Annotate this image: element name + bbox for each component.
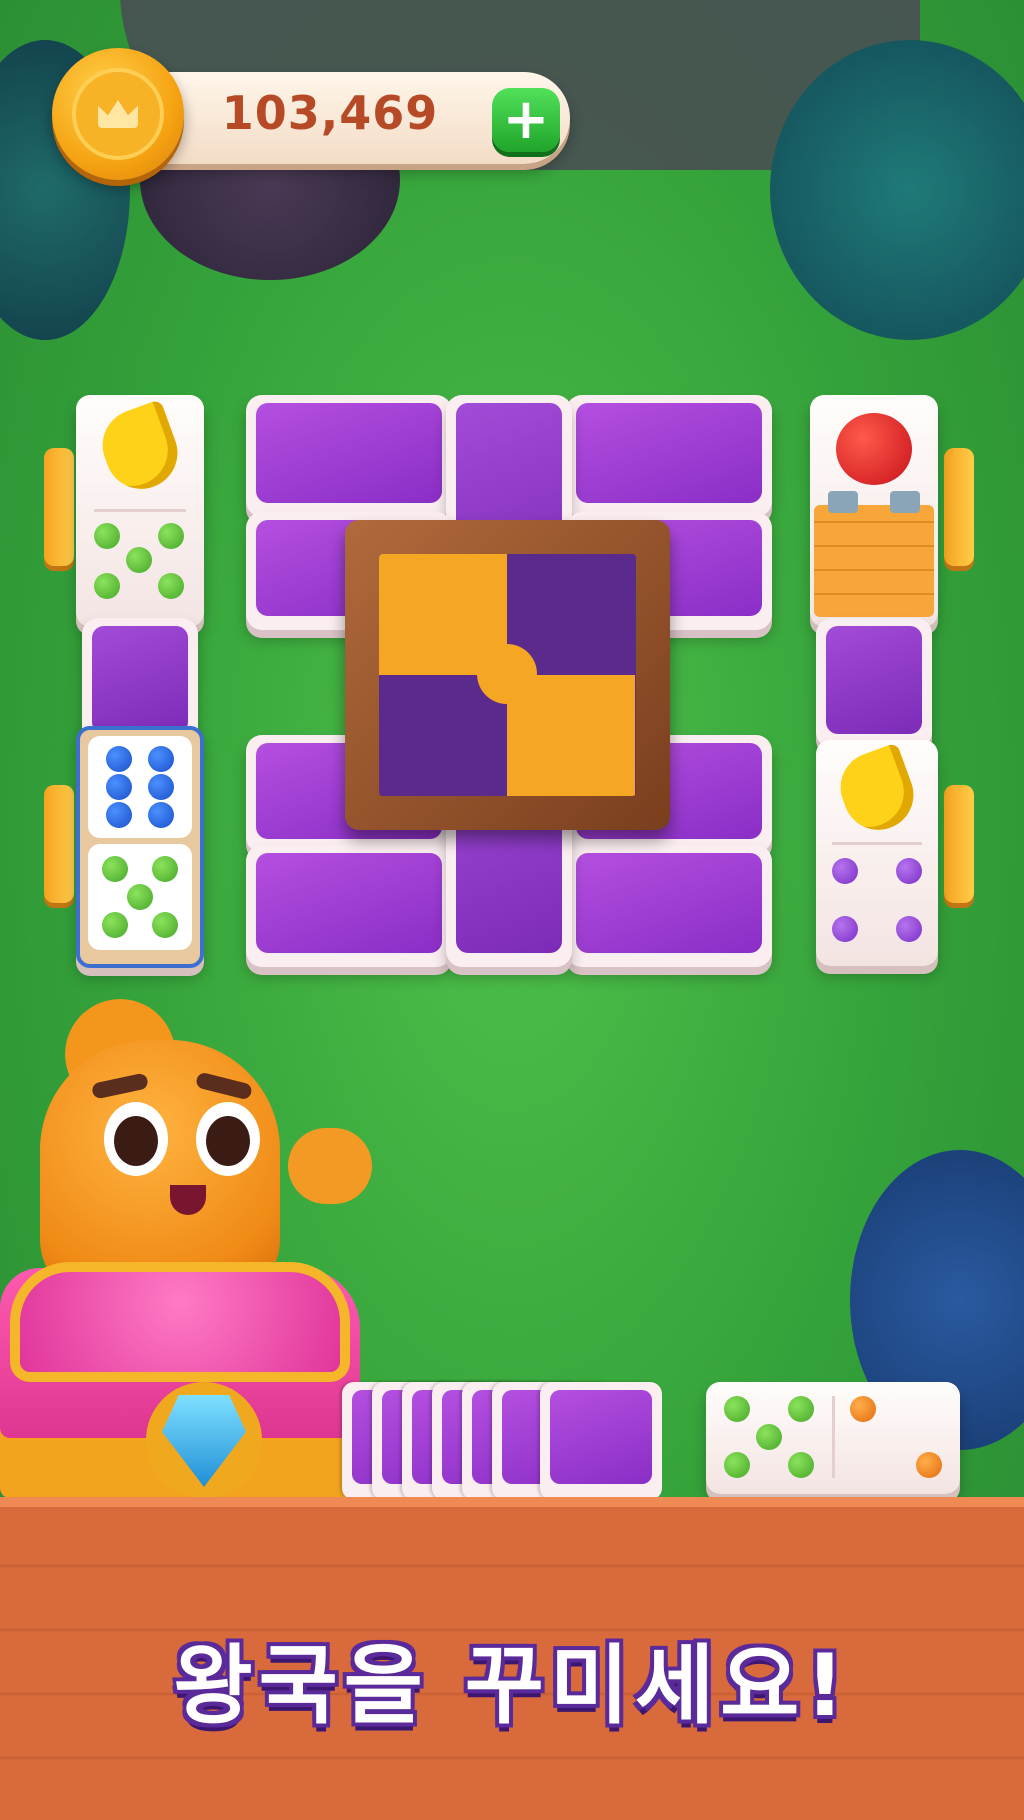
current-domino-tile[interactable] [706, 1382, 960, 1494]
puzzle-image [379, 554, 636, 796]
mascot-eye [196, 1102, 260, 1176]
dice-six [88, 736, 192, 838]
purple-tile[interactable] [246, 845, 452, 967]
left-upper-tab [44, 448, 74, 566]
treasure-chest-lid [10, 1262, 350, 1382]
puzzle-picture-frame[interactable] [345, 520, 670, 830]
domino-apple-crate-tile[interactable] [810, 395, 938, 627]
purple-tile[interactable] [246, 395, 452, 517]
apple-icon [836, 413, 912, 485]
wooden-crate-cover [814, 505, 934, 617]
mascot-eye [104, 1102, 168, 1176]
right-upper-tab [944, 448, 974, 566]
right-lower-tab [944, 785, 974, 903]
purple-tile[interactable] [566, 845, 772, 967]
domino-banana-four-tile[interactable] [816, 740, 938, 966]
add-coins-button[interactable]: + [492, 88, 560, 152]
slogan-text: 왕국을 꾸미세요! [173, 1636, 851, 1736]
purple-tile[interactable] [566, 395, 772, 517]
banana-icon [830, 742, 924, 840]
coin-count: 103,469 [221, 86, 439, 140]
domino-banana-five-tile[interactable] [76, 395, 204, 627]
left-lower-tab [44, 785, 74, 903]
banana-icon [92, 399, 188, 499]
crown-coin-icon [52, 48, 184, 180]
stacked-dice-tile[interactable] [76, 726, 204, 968]
mascot-thumbs-up [288, 1128, 372, 1204]
plus-icon: + [502, 87, 550, 152]
purple-tile-right-connector[interactable] [816, 618, 932, 748]
draw-pile-top-card[interactable] [540, 1382, 662, 1500]
dice-five [88, 844, 192, 950]
